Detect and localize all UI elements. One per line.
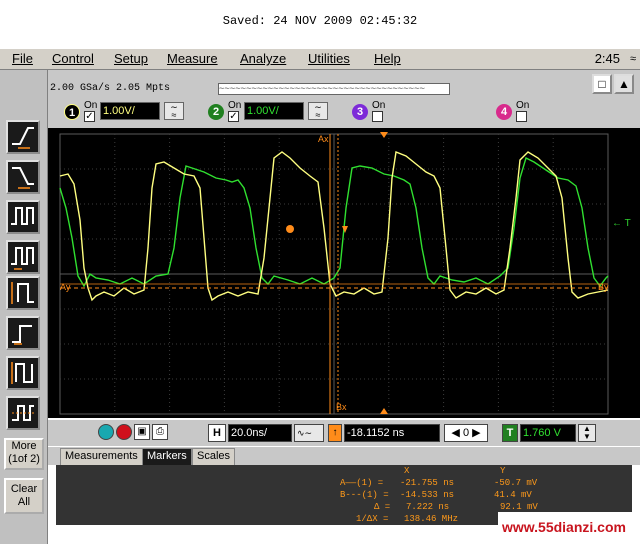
- col-x-header: X: [404, 466, 410, 476]
- menu-setup[interactable]: Setup: [114, 51, 148, 66]
- marker-ax-label: Ax: [318, 134, 329, 144]
- marker-a-label: A——(1) =: [340, 478, 384, 488]
- tab-measurements[interactable]: Measurements: [60, 448, 143, 465]
- marker-by-label: By: [598, 282, 609, 292]
- menu-utilities[interactable]: Utilities: [308, 51, 350, 66]
- trigger-level-marker: ← T: [612, 218, 631, 229]
- trigger-falling-edge-button[interactable]: [6, 160, 40, 194]
- waveform-overview[interactable]: ∼∼∼∼∼∼∼∼∼∼∼∼∼∼∼∼∼∼∼∼∼∼∼∼∼∼∼∼∼∼∼∼∼∼∼∼∼∼: [218, 83, 450, 95]
- channel-2-on-label: On: [228, 100, 242, 111]
- channel-3-checkbox[interactable]: [372, 111, 383, 122]
- menu-analyze[interactable]: Analyze: [240, 51, 286, 66]
- time-per-div-field[interactable]: 20.0ns/: [228, 424, 292, 442]
- delay-nav-control[interactable]: ◀ 0 ▶: [444, 424, 488, 442]
- timebase-knob-icon[interactable]: ∿∼: [294, 424, 324, 442]
- pulse-width-2-button[interactable]: [6, 240, 40, 274]
- channel-1-coupling-icon[interactable]: ∼ ≈: [164, 102, 184, 120]
- waveform-graticule: [59, 132, 609, 415]
- channel-4-on-label: On: [516, 100, 530, 111]
- menu-control[interactable]: Control: [52, 51, 94, 66]
- channel-4-badge: 4: [496, 104, 512, 120]
- marker-bx-label: Bx: [336, 402, 347, 412]
- inverse-delta-label: 1/ΔX =: [356, 514, 389, 524]
- more-button[interactable]: More (1of 2): [4, 438, 44, 470]
- delta-label: Δ =: [374, 502, 391, 512]
- marker-b-y: 41.4 mV: [494, 490, 532, 500]
- tab-markers[interactable]: Markers: [142, 448, 192, 465]
- trigger-level-spinner[interactable]: ▲ ▼: [578, 424, 596, 442]
- channel-2-scale[interactable]: 1.00V/: [244, 102, 304, 120]
- clear-all-button[interactable]: Clear All: [4, 478, 44, 514]
- run-stop-icon[interactable]: □: [592, 74, 612, 94]
- period-icon: [11, 362, 33, 384]
- channel-4-checkbox[interactable]: [516, 111, 527, 122]
- channel-3-badge: 3: [352, 104, 368, 120]
- channel-1-on-label: On: [84, 100, 98, 111]
- clock-time: 2:45: [594, 51, 620, 66]
- channel-1-controls: 1 On ✓ 1.00V/ ∼ ≈: [64, 100, 194, 124]
- saved-timestamp: Saved: 24 NOV 2009 02:45:32: [222, 14, 418, 28]
- channel-1-badge: 1: [64, 104, 80, 120]
- channel-2-checkbox[interactable]: ✓: [228, 111, 239, 122]
- nav-center-value: 0: [462, 427, 470, 439]
- marker-a-y: -50.7 mV: [494, 478, 538, 488]
- tab-scales[interactable]: Scales: [192, 448, 236, 465]
- rise-time-button[interactable]: [6, 276, 40, 310]
- nav-right-icon[interactable]: ▶: [472, 427, 480, 439]
- marker-b-x: -14.533 ns: [400, 490, 455, 500]
- sample-rate: 2.00 GSa/s 2.05 Mpts: [50, 83, 171, 94]
- inverse-delta-x: 138.46 MHz: [404, 514, 459, 524]
- channel-2-controls: 2 On ✓ 1.00V/ ∼ ≈: [208, 100, 338, 124]
- channel-3-controls: 3 On: [352, 100, 402, 124]
- fall-time-button[interactable]: [6, 316, 40, 350]
- marker-ay-label: Ay: [60, 282, 71, 292]
- marker-a-icon[interactable]: [98, 424, 114, 440]
- delay-position-field[interactable]: -18.1152 ns: [344, 424, 440, 442]
- marker-b-icon[interactable]: [116, 424, 132, 440]
- trigger-level-field[interactable]: 1.760 V: [520, 424, 576, 442]
- period-button[interactable]: [6, 356, 40, 390]
- single-acquire-icon[interactable]: ▲: [614, 74, 634, 94]
- menu-measure[interactable]: Measure: [167, 51, 218, 66]
- menu-file[interactable]: File: [12, 51, 33, 66]
- print-icon[interactable]: ⎙: [152, 424, 168, 440]
- trigger-rising-edge-button[interactable]: [6, 120, 40, 154]
- delay-ref-icon[interactable]: ↑: [328, 424, 342, 442]
- menu-help[interactable]: Help: [374, 51, 401, 66]
- horizontal-label: H: [208, 424, 226, 442]
- pulse-alt-icon: [11, 247, 34, 270]
- waveform-display[interactable]: [48, 128, 640, 418]
- fall-time-icon: [12, 325, 32, 345]
- falling-edge-icon: [12, 167, 34, 189]
- channel-1-scale[interactable]: 1.00V/: [100, 102, 160, 120]
- delta-x: 7.222 ns: [406, 502, 450, 512]
- col-y-header: Y: [500, 466, 506, 476]
- trigger-label: T: [502, 424, 518, 442]
- pulse-icon: [11, 207, 34, 225]
- frequency-icon: [12, 405, 34, 421]
- marker-a-x: -21.755 ns: [400, 478, 455, 488]
- pulse-width-button[interactable]: [6, 200, 40, 234]
- channel-1-checkbox[interactable]: ✓: [84, 111, 95, 122]
- frequency-button[interactable]: [6, 396, 40, 430]
- rise-time-icon: [11, 282, 34, 304]
- save-screen-icon[interactable]: ▣: [134, 424, 150, 440]
- channel-2-badge: 2: [208, 104, 224, 120]
- menu-bar: File Control Setup Measure Analyze Utili…: [0, 48, 640, 70]
- channel-4-controls: 4 On: [496, 100, 546, 124]
- signal-icon: ≈: [629, 53, 636, 65]
- rising-edge-icon: [12, 127, 34, 149]
- marker-b-label: B---(1) =: [340, 490, 389, 500]
- watermark-text: www.55dianzi.com: [498, 512, 640, 542]
- channel-2-coupling-icon[interactable]: ∼ ≈: [308, 102, 328, 120]
- channel-3-on-label: On: [372, 100, 386, 111]
- nav-left-icon[interactable]: ◀: [451, 427, 459, 439]
- delta-y: 92.1 mV: [500, 502, 538, 512]
